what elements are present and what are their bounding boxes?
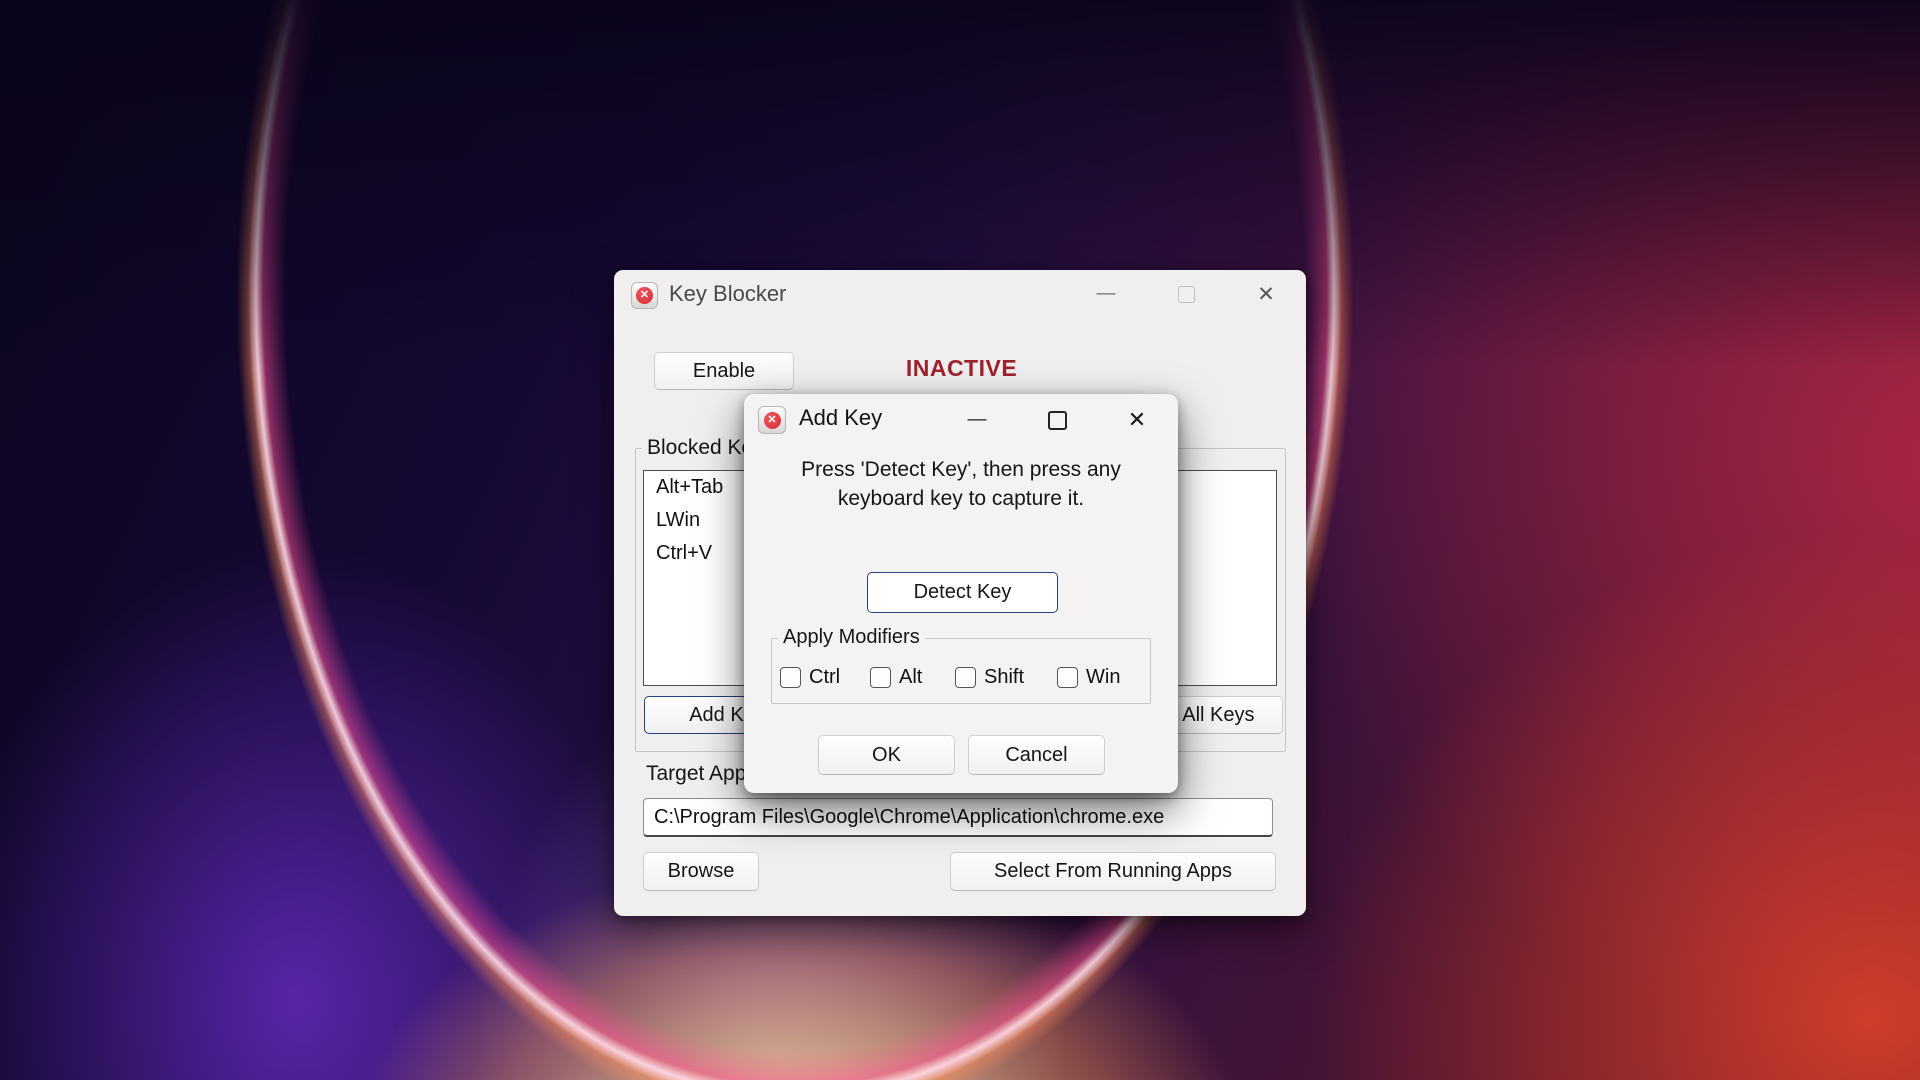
- maximize-button[interactable]: [1042, 406, 1072, 434]
- maximize-icon: [1047, 410, 1067, 430]
- status-text: INACTIVE: [905, 355, 1018, 381]
- red-x-icon: ✕: [636, 287, 653, 304]
- minimize-button[interactable]: —: [962, 406, 992, 434]
- target-app-path-input[interactable]: [643, 798, 1273, 837]
- browse-button[interactable]: Browse: [643, 852, 759, 891]
- modifier-alt[interactable]: Alt: [870, 666, 922, 689]
- checkbox-ctrl-label: Ctrl: [809, 666, 841, 688]
- checkbox-alt-icon[interactable]: [870, 667, 891, 688]
- checkbox-win-label: Win: [1086, 666, 1121, 688]
- maximize-icon: [1177, 285, 1195, 303]
- key-blocker-app-icon: ✕: [631, 282, 658, 309]
- minimize-button[interactable]: —: [1091, 280, 1121, 308]
- add-key-titlebar[interactable]: ✕ Add Key — ✕: [744, 394, 1178, 442]
- cancel-button[interactable]: Cancel: [968, 735, 1105, 775]
- maximize-button[interactable]: [1171, 280, 1201, 308]
- dialog-title: Add Key: [799, 405, 883, 430]
- apply-modifiers-label: Apply Modifiers: [778, 626, 925, 649]
- checkbox-alt-label: Alt: [899, 666, 923, 688]
- checkbox-win-icon[interactable]: [1057, 667, 1078, 688]
- add-key-dialog: ✕ Add Key — ✕ Press 'Detect Key', then p…: [744, 394, 1178, 793]
- red-x-icon: ✕: [763, 411, 781, 429]
- instruction-line-2: keyboard key to capture it.: [837, 487, 1085, 510]
- checkbox-shift-label: Shift: [984, 666, 1025, 688]
- detect-key-button[interactable]: Detect Key: [867, 572, 1058, 613]
- instruction-line-1: Press 'Detect Key', then press any: [801, 458, 1121, 481]
- close-button[interactable]: ✕: [1122, 406, 1152, 434]
- checkbox-shift-icon[interactable]: [955, 667, 976, 688]
- add-key-app-icon: ✕: [758, 406, 786, 434]
- modifier-ctrl[interactable]: Ctrl: [780, 666, 840, 689]
- desktop-wallpaper: ✕ Key Blocker — ✕ Enable INACTIVE Blocke…: [0, 0, 1920, 1080]
- modifier-win[interactable]: Win: [1057, 666, 1120, 689]
- window-title: Key Blocker: [669, 281, 787, 306]
- enable-button[interactable]: Enable: [654, 352, 794, 390]
- select-from-running-apps-button[interactable]: Select From Running Apps: [950, 852, 1276, 891]
- modifier-shift[interactable]: Shift: [955, 666, 1024, 689]
- close-button[interactable]: ✕: [1251, 280, 1281, 308]
- key-blocker-titlebar[interactable]: ✕ Key Blocker — ✕: [614, 270, 1306, 318]
- ok-button[interactable]: OK: [818, 735, 955, 775]
- checkbox-ctrl-icon[interactable]: [780, 667, 801, 688]
